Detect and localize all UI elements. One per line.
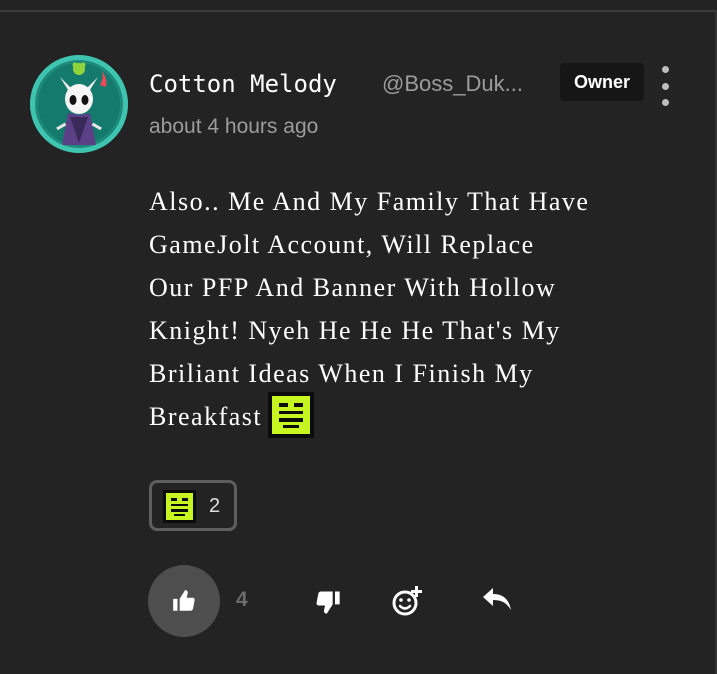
author-display-name[interactable]: Cotton Melody [149,70,337,98]
author-avatar[interactable] [30,55,128,153]
grin-emoji-icon [268,392,315,439]
add-reaction-icon [392,586,422,616]
dislike-button[interactable] [314,588,342,620]
comment-line: GameJolt Account, Will Replace [149,230,535,259]
reaction-count: 2 [209,495,221,517]
grin-emoji-icon [163,490,196,523]
add-reaction-button[interactable] [391,584,425,622]
more-options-button[interactable] [652,66,678,106]
reply-icon [483,588,511,610]
comment-timestamp[interactable]: about 4 hours ago [149,115,318,139]
comment-line: Knight! Nyeh He He He That's My [149,316,561,345]
owner-badge: Owner [560,63,644,101]
comment-line: Breakfast [149,402,263,431]
like-count: 4 [236,588,248,611]
top-divider [0,10,717,12]
more-vertical-icon [661,66,669,73]
author-username[interactable]: @Boss_Duk... [382,71,523,97]
comment-line: Briliant Ideas When I Finish My [149,359,534,388]
like-button[interactable] [148,565,220,637]
reply-button[interactable] [481,586,513,616]
comment-line: Our PFP And Banner With Hollow [149,273,557,302]
comment-line: Also.. Me And My Family That Have [149,187,590,216]
reaction-chip[interactable]: 2 [149,480,237,531]
thumbs-up-icon [173,590,195,611]
hollow-knight-avatar-icon [38,62,120,145]
thumbs-down-icon [316,591,340,614]
comment-body: Also.. Me And My Family That Have GameJo… [149,180,689,442]
